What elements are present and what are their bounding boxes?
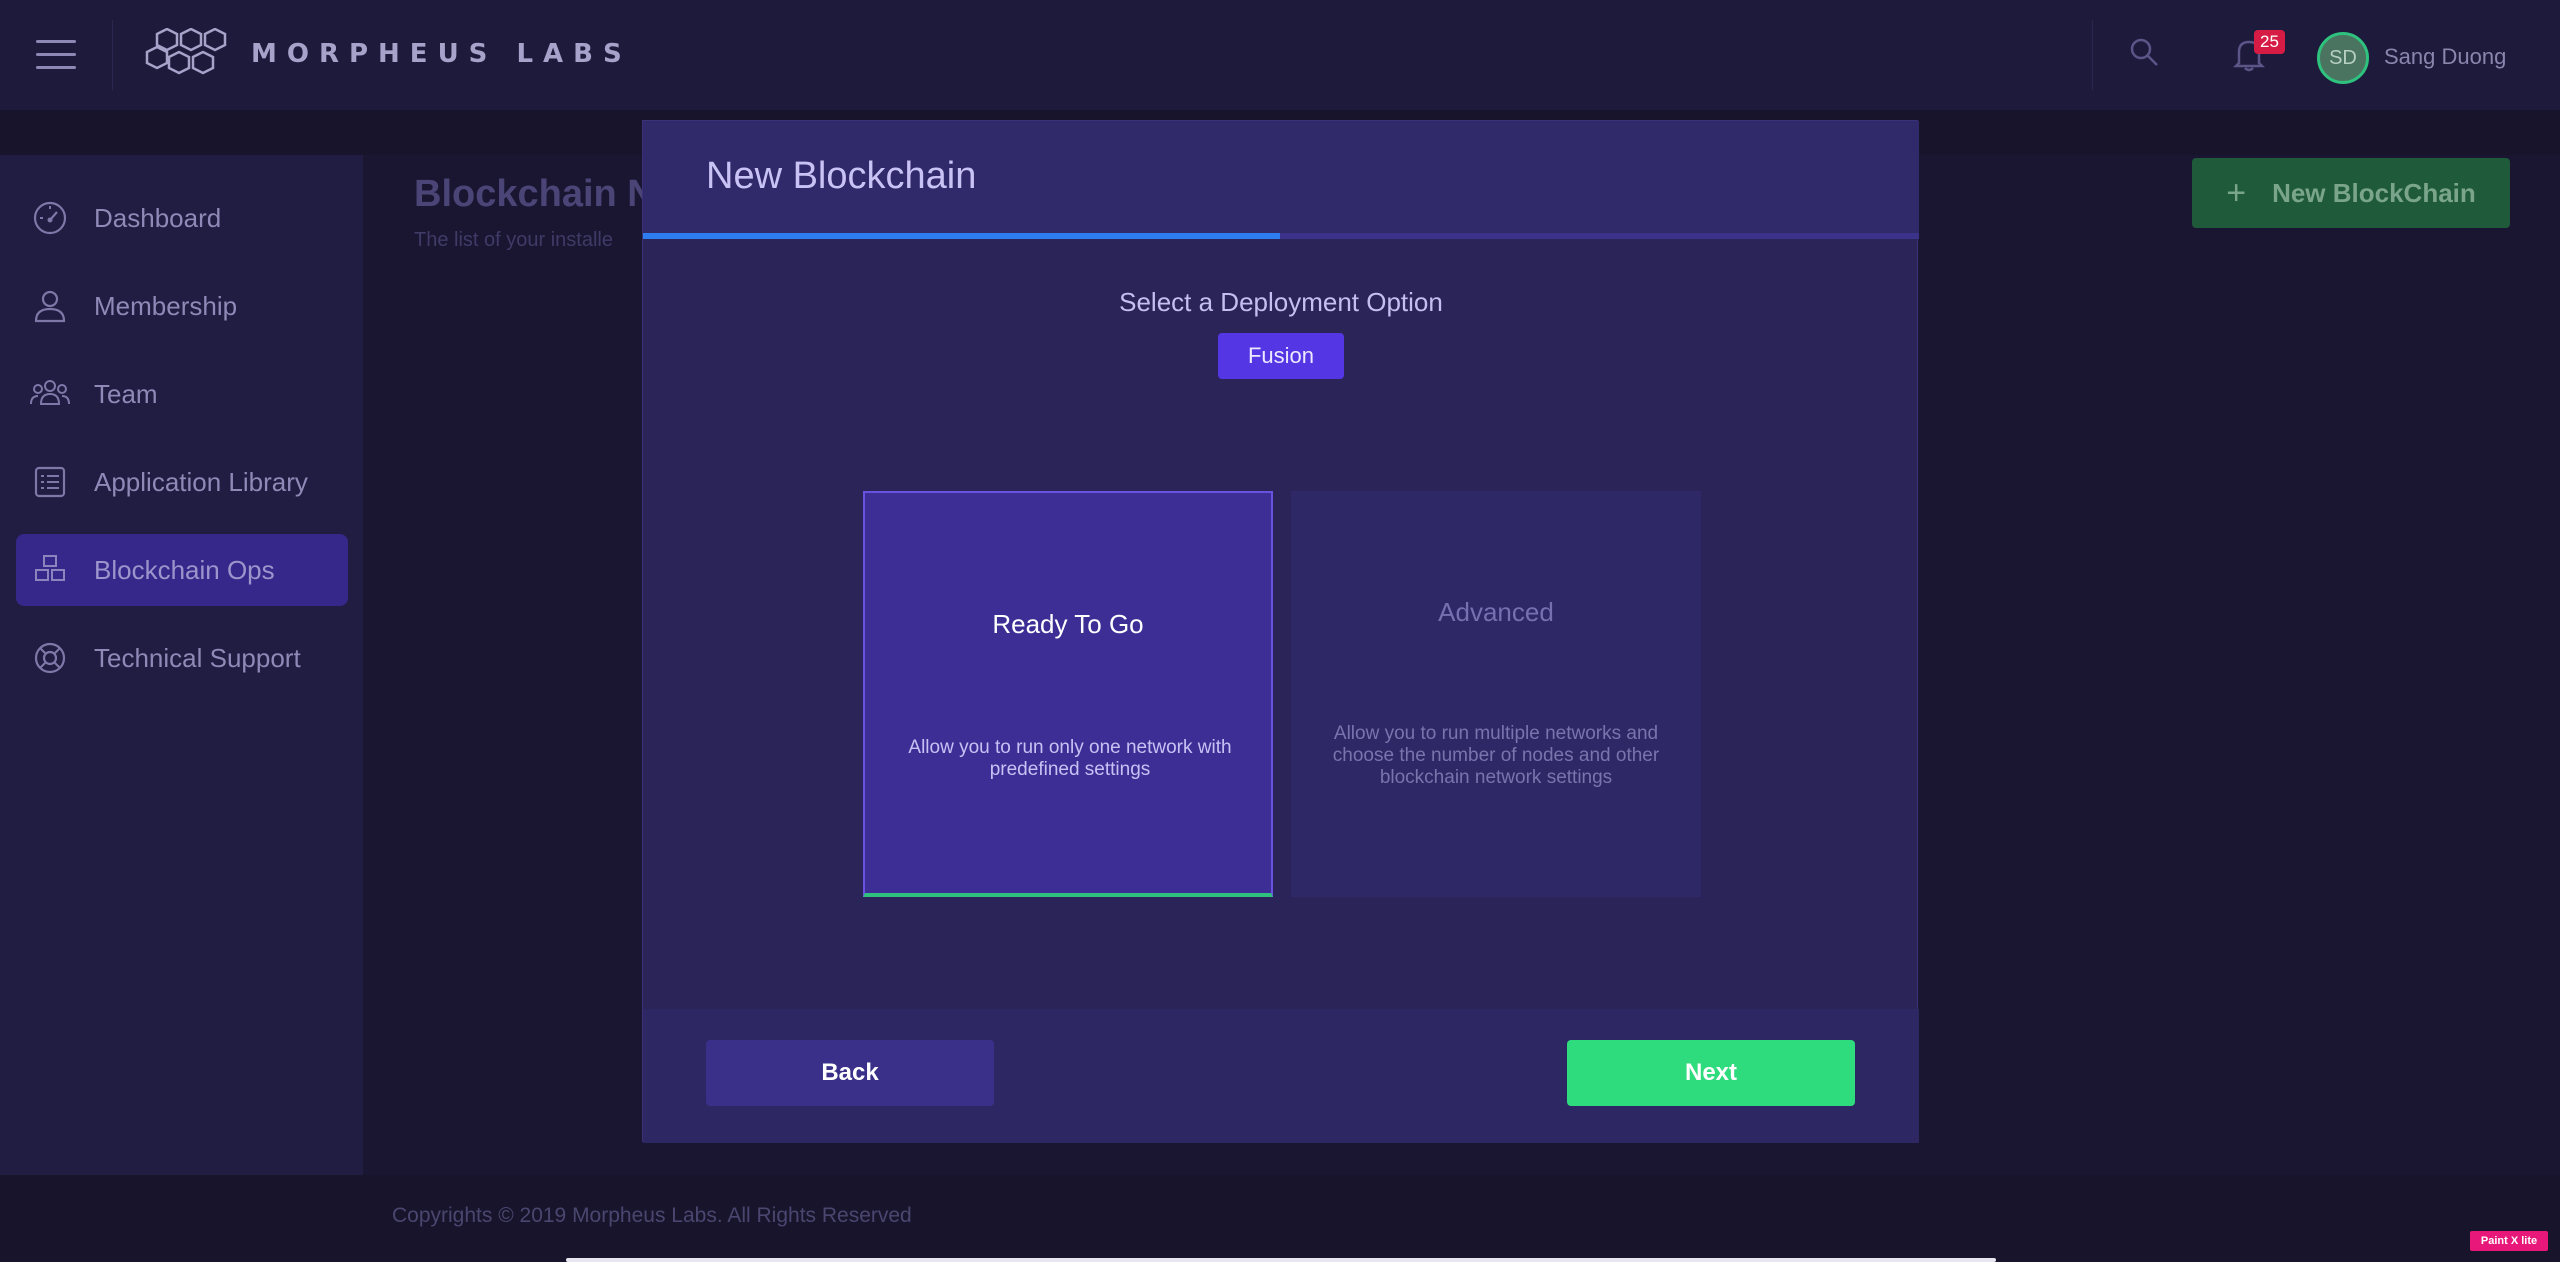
modal-title: New Blockchain: [706, 155, 977, 197]
avatar[interactable]: SD: [2317, 32, 2369, 84]
option-description: Allow you to run multiple networks and c…: [1332, 723, 1660, 788]
sidebar-item-label: Blockchain Ops: [94, 554, 275, 585]
next-button[interactable]: Next: [1567, 1040, 1855, 1106]
sidebar-item-label: Application Library: [94, 466, 308, 497]
new-blockchain-button[interactable]: + New BlockChain: [2192, 158, 2510, 228]
logo-text: MORPHEUS LABS: [251, 39, 632, 69]
scrollbar[interactable]: [566, 1258, 1996, 1262]
user-icon: [30, 286, 70, 326]
new-blockchain-label: New BlockChain: [2272, 177, 2476, 208]
top-bar: MORPHEUS LABS 25 SD Sang Duong: [0, 0, 2560, 110]
sidebar-item-dashboard[interactable]: Dashboard: [16, 182, 348, 254]
new-blockchain-modal: New Blockchain Select a Deployment Optio…: [642, 120, 1919, 1143]
hamburger-menu-icon[interactable]: [36, 40, 76, 72]
user-name[interactable]: Sang Duong: [2384, 44, 2506, 70]
option-title: Ready To Go: [992, 609, 1144, 639]
modal-header: New Blockchain: [643, 121, 1919, 233]
logo[interactable]: MORPHEUS LABS: [145, 28, 632, 80]
page-title: Blockchain N: [414, 173, 655, 215]
topbar-divider: [112, 20, 113, 90]
topbar-divider: [2092, 20, 2093, 90]
sidebar-item-application-library[interactable]: Application Library: [16, 446, 348, 518]
lifebuoy-icon: [30, 638, 70, 678]
sidebar-item-label: Membership: [94, 290, 238, 321]
notification-badge: 25: [2254, 30, 2285, 54]
sidebar-item-blockchain-ops[interactable]: Blockchain Ops: [16, 534, 348, 606]
sidebar-item-label: Technical Support: [94, 642, 301, 673]
progress-fill: [643, 233, 1280, 239]
back-button[interactable]: Back: [706, 1040, 994, 1106]
modal-footer: Back Next: [643, 1009, 1919, 1143]
paint-x-lite-badge[interactable]: Paint X lite: [2470, 1231, 2548, 1251]
speedometer-icon: [30, 198, 70, 238]
footer-copyright: Copyrights © 2019 Morpheus Labs. All Rig…: [392, 1204, 912, 1227]
cubes-icon: [30, 550, 70, 590]
sidebar-item-label: Team: [94, 378, 158, 409]
search-icon[interactable]: [2128, 36, 2160, 68]
sidebar: Dashboard Membership Team Application Li…: [0, 155, 363, 1175]
page-subtitle: The list of your installe: [414, 229, 613, 251]
sidebar-item-label: Dashboard: [94, 202, 222, 233]
team-icon: [30, 374, 70, 414]
option-description: Allow you to run only one network with p…: [908, 737, 1232, 780]
platform-tag[interactable]: Fusion: [1218, 333, 1344, 379]
sidebar-item-technical-support[interactable]: Technical Support: [16, 622, 348, 694]
option-card-ready-to-go[interactable]: Ready To Go Allow you to run only one ne…: [863, 491, 1273, 897]
plus-icon: +: [2226, 173, 2247, 212]
deployment-option-label: Select a Deployment Option: [1119, 287, 1443, 317]
sidebar-item-team[interactable]: Team: [16, 358, 348, 430]
sidebar-item-membership[interactable]: Membership: [16, 270, 348, 342]
list-icon: [30, 462, 70, 502]
hexagon-logo-icon: [145, 28, 227, 75]
option-title: Advanced: [1438, 597, 1554, 627]
option-card-advanced[interactable]: Advanced Allow you to run multiple netwo…: [1291, 491, 1701, 897]
